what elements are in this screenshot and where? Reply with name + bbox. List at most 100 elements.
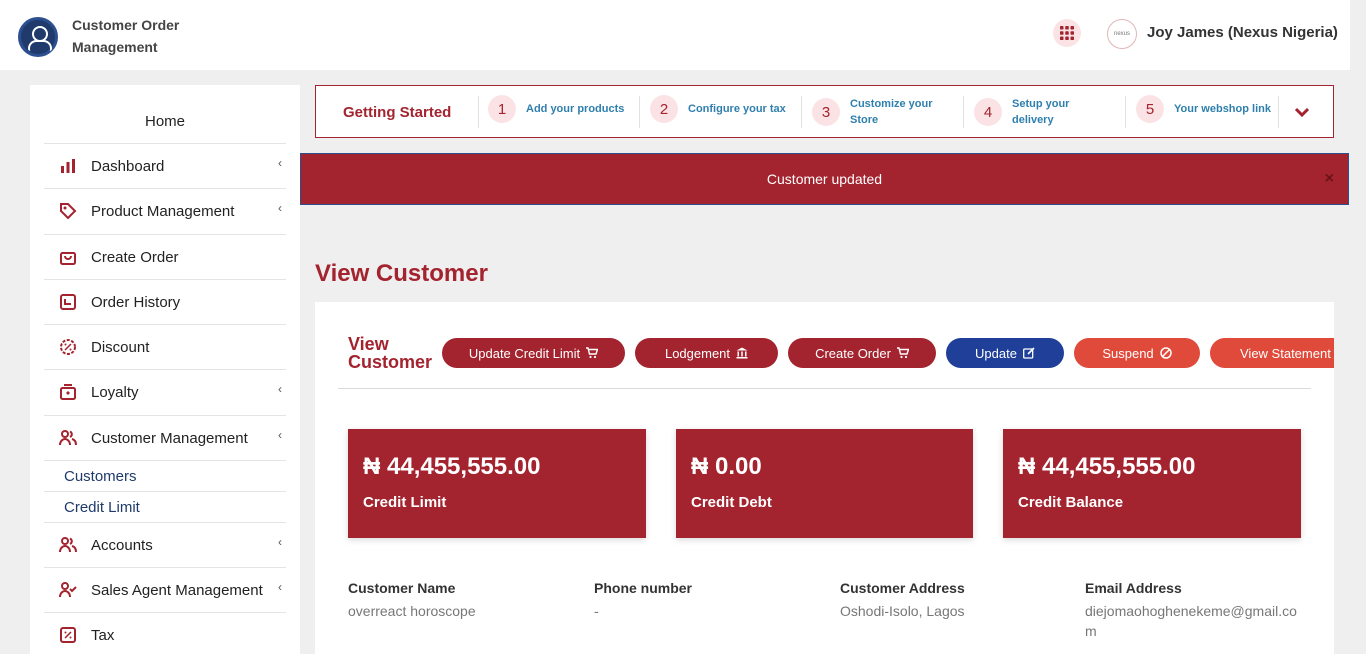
stat-value: ₦ 0.00: [691, 453, 762, 480]
getting-started-step-4[interactable]: 4 Setup your delivery: [974, 96, 1092, 128]
step-label: Configure your tax: [688, 103, 786, 115]
app-logo[interactable]: [18, 17, 58, 57]
getting-started-title: Getting Started: [343, 104, 452, 121]
success-alert: Customer updated ×: [300, 153, 1349, 205]
sidebar-item-label: Discount: [91, 338, 150, 356]
chevron-left-icon: ‹: [278, 201, 282, 215]
divider: [801, 96, 802, 128]
field-value: diejomaohoghenekeme@gmail.com: [1085, 603, 1297, 639]
getting-started-step-3[interactable]: 3 Customize your Store: [812, 96, 950, 128]
sidebar-item-home[interactable]: Home: [30, 113, 300, 130]
users-icon: [58, 428, 78, 448]
user-name[interactable]: Joy James (Nexus Nigeria): [1147, 24, 1338, 41]
bar-chart-icon: [58, 156, 78, 176]
alert-message: Customer updated: [766, 171, 883, 187]
sidebar-item-label: Sales Agent Management: [91, 581, 263, 599]
credit-debt-tile: ₦ 0.00 Credit Debt: [676, 429, 973, 538]
lodgement-button[interactable]: Lodgement: [635, 338, 778, 368]
button-label: View Statement of Account: [1240, 345, 1334, 361]
stat-label: Credit Limit: [363, 494, 447, 511]
sidebar-item-product-management[interactable]: Product Management ‹: [44, 188, 286, 233]
sidebar-item-label: Product Management: [91, 202, 235, 220]
chevron-left-icon: ‹: [278, 535, 282, 549]
step-number: 3: [812, 98, 840, 126]
getting-started-bar: Getting Started 1 Add your products 2 Co…: [315, 85, 1334, 138]
card-heading: View Customer: [348, 334, 433, 372]
chevron-down-icon[interactable]: [1293, 103, 1311, 121]
getting-started-step-1[interactable]: 1 Add your products: [488, 95, 636, 123]
sidebar-subitem-customers[interactable]: Customers: [44, 460, 286, 491]
field-label: Phone number: [594, 580, 693, 596]
view-statement-button[interactable]: View Statement of Account: [1210, 338, 1334, 368]
sidebar: Home Dashboard ‹ Product Management ‹ Cr…: [30, 85, 300, 654]
credit-limit-tile: ₦ 44,455,555.00 Credit Limit: [348, 429, 646, 538]
getting-started-step-5[interactable]: 5 Your webshop link: [1136, 95, 1284, 123]
sidebar-item-order-history[interactable]: Order History: [44, 279, 286, 324]
app-title: Customer Order Management: [72, 17, 180, 55]
sidebar-item-label: Create Order: [91, 248, 179, 266]
top-bar: Customer Order Management nexus Joy Jame…: [0, 0, 1350, 70]
step-number: 4: [974, 98, 1002, 126]
chevron-left-icon: ‹: [278, 156, 282, 170]
stat-label: Credit Balance: [1018, 494, 1124, 511]
sidebar-item-label: Customer Management: [91, 429, 248, 447]
button-label: Suspend: [1102, 345, 1154, 361]
field-label: Customer Name: [348, 580, 456, 596]
stat-value: ₦ 44,455,555.00: [363, 453, 541, 480]
customer-card: View Customer Update Credit Limit Lodgem…: [315, 302, 1334, 654]
shopping-bag-icon: [58, 247, 78, 267]
sidebar-item-customer-management[interactable]: Customer Management ‹: [44, 415, 286, 460]
customer-name-field: Customer Name overreact horoscope: [348, 580, 568, 621]
sidebar-item-tax[interactable]: Tax: [44, 612, 286, 654]
step-label: Add your products: [526, 103, 625, 115]
sidebar-item-discount[interactable]: Discount: [44, 324, 286, 369]
sidebar-item-accounts[interactable]: Accounts ‹: [44, 522, 286, 567]
users-icon: [58, 535, 78, 555]
button-label: Update: [975, 345, 1017, 361]
divider: [478, 96, 479, 128]
step-label: Customize your Store: [850, 98, 933, 126]
ban-icon: [1159, 347, 1172, 359]
step-number: 5: [1136, 95, 1164, 123]
avatar[interactable]: nexus: [1107, 19, 1137, 49]
getting-started-step-2[interactable]: 2 Configure your tax: [650, 95, 798, 123]
sidebar-item-loyalty[interactable]: Loyalty ‹: [44, 369, 286, 414]
sidebar-item-dashboard[interactable]: Dashboard ‹: [44, 143, 286, 188]
create-order-button[interactable]: Create Order: [788, 338, 936, 368]
field-value: -: [594, 603, 599, 619]
sidebar-item-label: Order History: [91, 293, 181, 311]
gift-icon: [58, 382, 78, 402]
sidebar-item-sales-agent-management[interactable]: Sales Agent Management ‹: [44, 567, 286, 612]
divider: [1125, 96, 1126, 128]
chevron-left-icon: ‹: [278, 580, 282, 594]
button-label: Lodgement: [664, 345, 731, 361]
button-label: Update Credit Limit: [468, 345, 581, 361]
field-value: overreact horoscope: [348, 603, 476, 619]
step-number: 2: [650, 95, 678, 123]
cart-icon: [896, 347, 909, 359]
suspend-button[interactable]: Suspend: [1074, 338, 1200, 368]
sidebar-item-label: Loyalty: [91, 383, 139, 401]
cart-icon: [586, 347, 599, 359]
divider: [1278, 96, 1279, 128]
stat-label: Credit Debt: [691, 494, 772, 511]
update-credit-limit-button[interactable]: Update Credit Limit: [442, 338, 625, 368]
page-title: View Customer: [315, 260, 488, 287]
field-label: Email Address: [1085, 580, 1182, 596]
close-icon[interactable]: ×: [1325, 170, 1334, 188]
edit-icon: [1023, 347, 1035, 359]
sidebar-item-create-order[interactable]: Create Order: [44, 234, 286, 279]
stat-value: ₦ 44,455,555.00: [1018, 453, 1196, 480]
sidebar-item-label: Dashboard: [91, 157, 165, 175]
credit-balance-tile: ₦ 44,455,555.00 Credit Balance: [1003, 429, 1301, 538]
divider: [963, 96, 964, 128]
email-address-field: Email Address diejomaohoghenekeme@gmail.…: [1085, 580, 1305, 641]
scrollbar[interactable]: [1350, 0, 1366, 654]
chevron-left-icon: ‹: [278, 382, 282, 396]
percent-icon: [58, 625, 78, 645]
apps-grid-icon[interactable]: [1053, 19, 1081, 47]
sidebar-subitem-credit-limit[interactable]: Credit Limit: [44, 491, 286, 522]
update-button[interactable]: Update: [946, 338, 1064, 368]
sidebar-item-label: Tax: [91, 626, 115, 644]
step-label: Setup your delivery: [1012, 98, 1070, 126]
